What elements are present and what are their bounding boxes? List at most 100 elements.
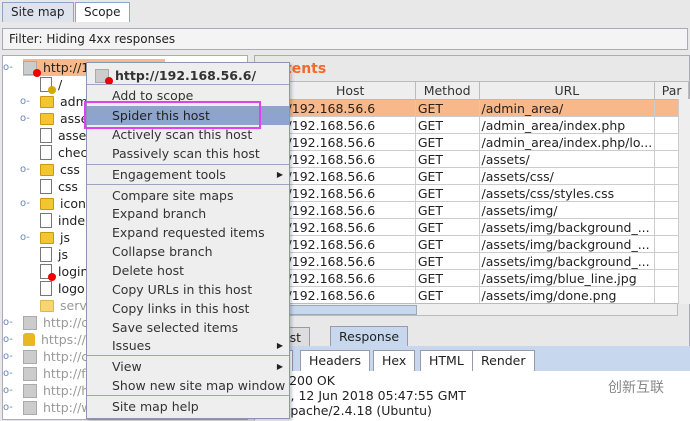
cell-method: GET	[414, 269, 480, 287]
expand-toggle-icon[interactable]: o-	[3, 317, 13, 328]
expand-toggle-icon[interactable]: o-	[3, 334, 13, 345]
host-icon	[23, 366, 37, 381]
menu-item-expand-branch[interactable]: Expand branch	[87, 204, 289, 223]
menu-item-label: Issues	[112, 338, 151, 353]
cell-host: /192.168.56.6	[284, 167, 416, 185]
menu-header: http://192.168.56.6/	[87, 66, 289, 85]
tree-host[interactable]: https:// o-	[3, 331, 86, 348]
expand-toggle-icon[interactable]: o-	[20, 164, 30, 175]
table-row[interactable]: /192.168.56.6 GET/assets/img/background_.…	[255, 218, 689, 236]
folder-icon	[40, 112, 54, 125]
table-row[interactable]: /192.168.56.6 GET/assets/	[255, 150, 689, 168]
table-row[interactable]: /192.168.56.6 GET/assets/img/background_.…	[255, 235, 689, 253]
expand-toggle-icon[interactable]: o-	[3, 402, 13, 413]
cell-method: GET	[414, 201, 480, 219]
expand-toggle-icon[interactable]: o-	[20, 198, 30, 209]
filter-bar[interactable]: Filter: Hiding 4xx responses	[2, 28, 688, 50]
tree-node-label: login	[58, 264, 89, 279]
tree-node[interactable]: chec	[40, 144, 87, 161]
expand-toggle-icon[interactable]: o-	[3, 351, 13, 362]
tab-site-map[interactable]: Site map	[2, 2, 74, 22]
table-row[interactable]: /192.168.56.6 GET/assets/css/	[255, 167, 689, 185]
table-row[interactable]: /192.168.56.6 GET/admin_area/index.php/lo…	[255, 133, 689, 151]
subtab-render[interactable]: Render	[472, 350, 535, 371]
expand-toggle-icon[interactable]: o-	[3, 62, 13, 73]
tree-node[interactable]: js	[40, 246, 68, 263]
menu-item-view[interactable]: View ▶	[87, 357, 289, 376]
expand-toggle-icon[interactable]: o-	[3, 368, 13, 379]
tree-host[interactable]: http://ht o-	[3, 382, 94, 399]
table-row[interactable]: /192.168.56.6 GET/assets/img/done.png	[255, 286, 689, 304]
host-icon	[23, 349, 37, 364]
tree-node[interactable]: js o-	[20, 229, 70, 246]
col-url[interactable]: URL	[478, 81, 656, 100]
subtab-html[interactable]: HTML	[420, 350, 473, 371]
cell-host: /192.168.56.6	[284, 116, 416, 134]
menu-item-save-selected-items[interactable]: Save selected items	[87, 318, 289, 337]
tree-node-label: /	[58, 77, 63, 92]
col-host[interactable]: Host	[284, 81, 416, 100]
cell-method: GET	[414, 252, 480, 270]
host-icon	[23, 400, 37, 415]
menu-item-compare-site-maps[interactable]: Compare site maps	[87, 186, 289, 205]
menu-item-label: Copy links in this host	[112, 301, 250, 316]
tree-node[interactable]: asse o-	[20, 110, 88, 127]
menu-item-label: Passively scan this host	[112, 146, 260, 161]
file-icon	[40, 213, 52, 228]
tab-scope[interactable]: Scope	[75, 2, 130, 22]
tree-host[interactable]: http://co o-	[3, 314, 96, 331]
table-row[interactable]: /192.168.56.6 GET/assets/img/	[255, 201, 689, 219]
menu-item-passively-scan-this-host[interactable]: Passively scan this host	[87, 144, 289, 163]
tree-node[interactable]: css o-	[20, 161, 80, 178]
tree-node[interactable]: inde	[40, 212, 85, 229]
subtab-headers[interactable]: Headers	[300, 350, 371, 371]
tree-node[interactable]: css	[40, 178, 78, 195]
tree-node[interactable]: serv	[40, 297, 87, 314]
submenu-arrow-icon: ▶	[276, 362, 283, 371]
cell-url: /assets/img/background_...	[478, 235, 656, 253]
lock-icon	[23, 333, 35, 346]
menu-item-collapse-branch[interactable]: Collapse branch	[87, 242, 289, 261]
tree-node[interactable]: login	[40, 263, 89, 281]
expand-toggle-icon[interactable]: o-	[3, 385, 13, 396]
col-method[interactable]: Method	[414, 81, 480, 100]
menu-item-copy-urls-in-this-host[interactable]: Copy URLs in this host	[87, 280, 289, 299]
menu-item-label: Site map help	[112, 399, 199, 414]
tree-node[interactable]: icon o-	[20, 195, 86, 212]
col-params[interactable]: Par	[654, 81, 689, 100]
table-row[interactable]: /192.168.56.6 GET/admin_area/	[255, 99, 689, 117]
menu-item-show-new-site-map-window[interactable]: Show new site map window	[87, 376, 289, 395]
table-row[interactable]: /192.168.56.6 GET/assets/img/blue_line.jp…	[255, 269, 689, 287]
tree-node[interactable]: /	[40, 76, 63, 94]
menu-item-delete-host[interactable]: Delete host	[87, 261, 289, 280]
table-row[interactable]: /192.168.56.6 GET/assets/css/styles.css	[255, 184, 689, 202]
menu-item-expand-requested-items[interactable]: Expand requested items	[87, 223, 289, 242]
scroll-thumb[interactable]	[287, 305, 417, 315]
subtab-hex[interactable]: Hex	[373, 350, 416, 371]
tab-response[interactable]: Response	[330, 326, 409, 346]
menu-item-label: Delete host	[112, 263, 185, 278]
expand-toggle-icon[interactable]: o-	[20, 232, 30, 243]
horizontal-scrollbar[interactable]	[285, 303, 678, 316]
menu-item-engagement-tools[interactable]: Engagement tools ▶	[87, 165, 289, 184]
tree-node[interactable]: asse	[40, 127, 86, 144]
tree-node[interactable]: logo	[40, 280, 85, 297]
menu-item-site-map-help[interactable]: Site map help	[87, 397, 289, 416]
table-row[interactable]: /192.168.56.6 GET/admin_area/index.php	[255, 116, 689, 134]
expand-toggle-icon[interactable]: o-	[20, 96, 30, 107]
menu-item-issues[interactable]: Issues ▶	[87, 336, 289, 355]
response-line: er: Apache/2.4.18 (Ubuntu)	[261, 403, 432, 418]
tree-node[interactable]: adm o-	[20, 93, 88, 110]
file-icon	[40, 77, 56, 94]
folder-icon	[40, 163, 54, 176]
vertical-scrollbar[interactable]	[678, 99, 690, 304]
expand-toggle-icon[interactable]: o-	[20, 113, 30, 124]
tree-node-label: css	[58, 179, 78, 194]
table-row[interactable]: /192.168.56.6 GET/assets/img/background_.…	[255, 252, 689, 270]
tree-host[interactable]: http://fo o-	[3, 365, 93, 382]
tree-host[interactable]: http://w o-	[3, 399, 92, 416]
contents-table[interactable]: Host Method URL Par /192.168.56.6 GET/adm…	[255, 81, 689, 304]
file-icon	[40, 179, 52, 194]
menu-item-copy-links-in-this-host[interactable]: Copy links in this host	[87, 299, 289, 318]
tree-host[interactable]: http://co o-	[3, 348, 96, 365]
